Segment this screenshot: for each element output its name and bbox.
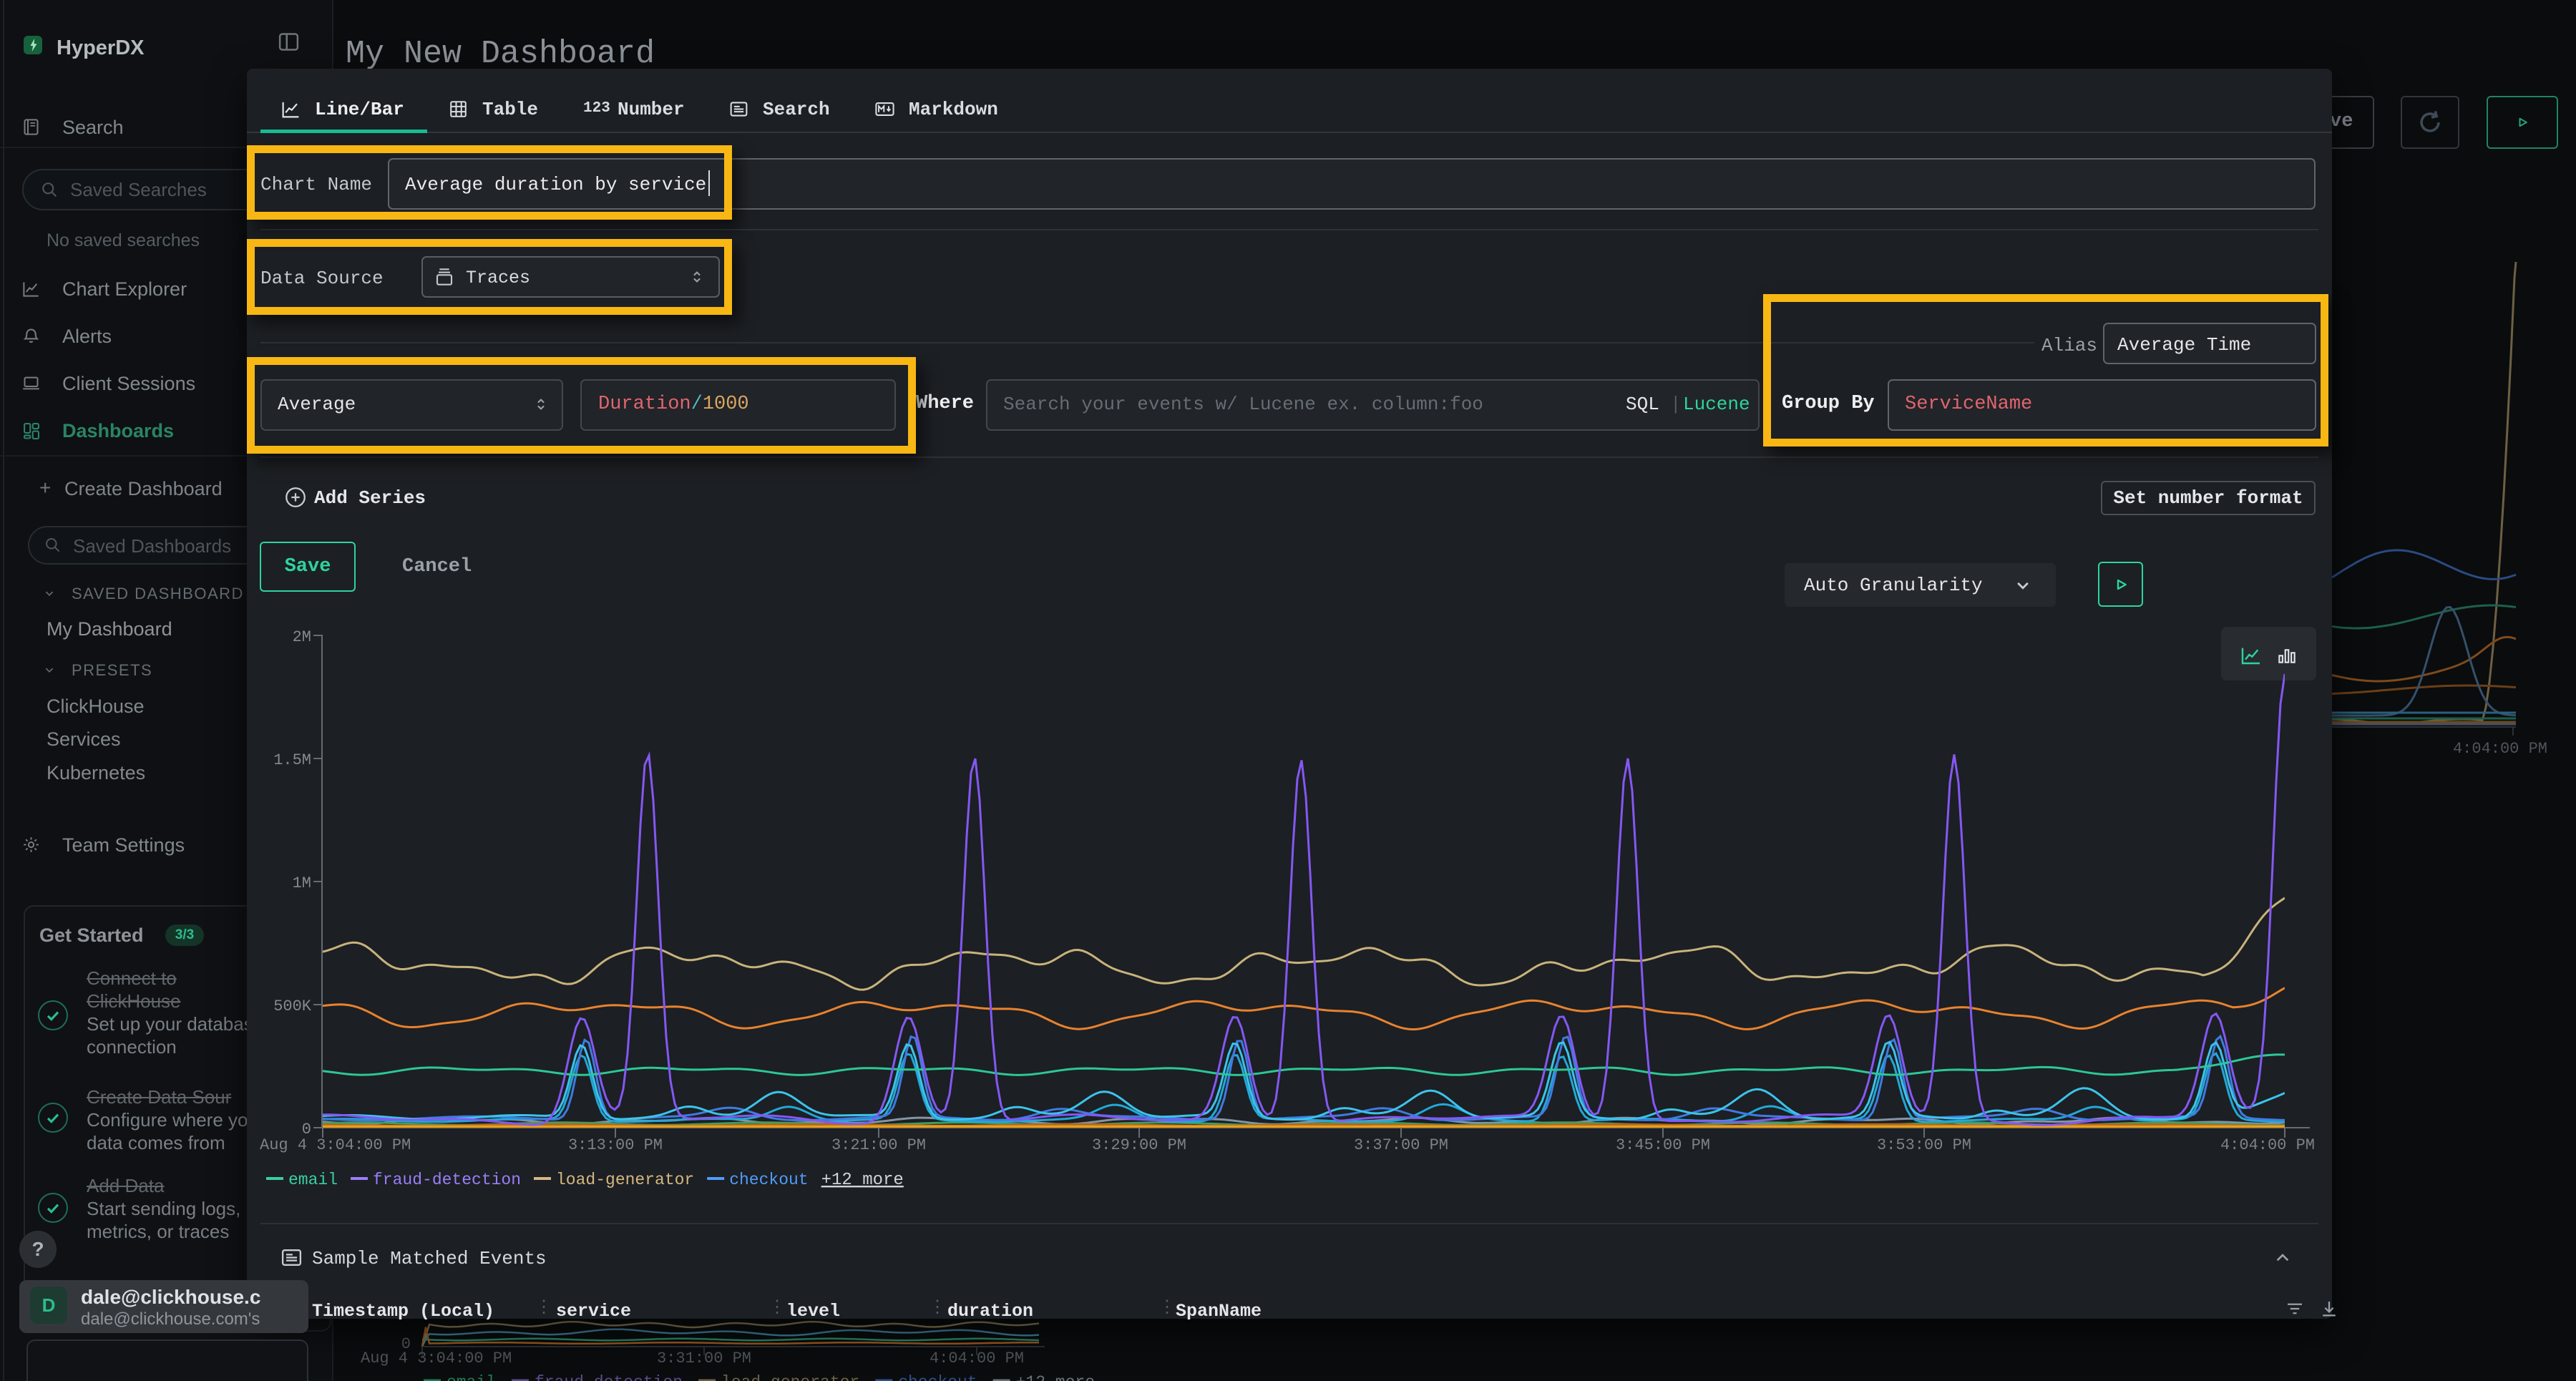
svg-text:500K: 500K [273,997,312,1015]
svg-text:1M: 1M [293,874,311,892]
svg-text:3:21:00 PM: 3:21:00 PM [831,1136,926,1154]
svg-text:2M: 2M [293,628,311,646]
svg-text:checkout: checkout [729,1171,808,1189]
svg-text:3:13:00 PM: 3:13:00 PM [568,1136,663,1154]
svg-text:fraud-detection: fraud-detection [373,1171,521,1189]
svg-text:1.5M: 1.5M [273,751,311,769]
svg-text:+12 more: +12 more [821,1171,904,1190]
svg-text:4:04:00 PM: 4:04:00 PM [2220,1136,2315,1154]
svg-text:3:29:00 PM: 3:29:00 PM [1092,1136,1186,1154]
svg-text:3:53:00 PM: 3:53:00 PM [1877,1136,1971,1154]
svg-text:3:37:00 PM: 3:37:00 PM [1354,1136,1448,1154]
svg-text:Aug 4 3:04:00 PM: Aug 4 3:04:00 PM [260,1136,411,1154]
svg-text:3:45:00 PM: 3:45:00 PM [1616,1136,1710,1154]
svg-text:email: email [288,1171,338,1189]
svg-text:load-generator: load-generator [556,1171,694,1189]
